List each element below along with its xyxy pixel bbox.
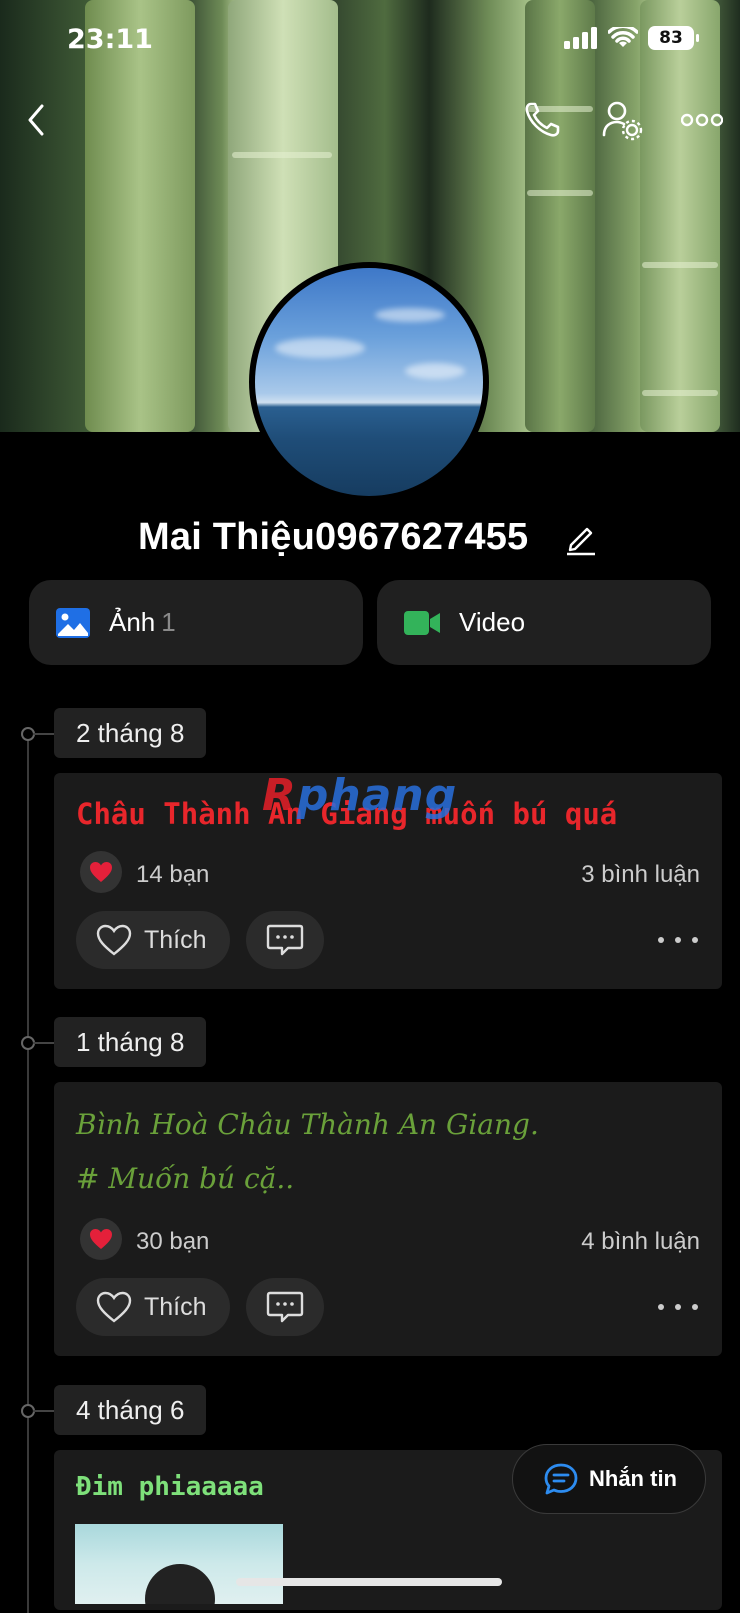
wifi-icon (608, 27, 638, 47)
like-label: Thích (144, 925, 207, 954)
like-label: Thích (144, 1292, 207, 1321)
pencil-icon (567, 527, 595, 556)
like-button[interactable]: Thích (76, 1278, 230, 1336)
photo-subject (145, 1564, 215, 1604)
post-photo-thumbnail[interactable] (75, 1524, 283, 1604)
post-card[interactable]: Bình Hoà Châu Thành An Giang. # Muốn bú … (54, 1082, 722, 1356)
signal-icon (564, 27, 597, 49)
user-settings-icon (602, 101, 643, 141)
dot (692, 1304, 698, 1310)
profile-name: Mai Thiệu0967627455 (138, 516, 529, 558)
status-time: 23:11 (67, 24, 153, 55)
post-text-line2: # Muốn bú cặ.. (76, 1162, 295, 1195)
avatar-image (255, 268, 483, 496)
message-label: Nhắn tin (589, 1466, 677, 1491)
reaction-badge (80, 1218, 122, 1260)
reaction-badge (80, 851, 122, 893)
profile-avatar[interactable] (249, 262, 489, 502)
back-button[interactable] (12, 96, 60, 144)
comments-count[interactable]: 3 bình luận (581, 861, 700, 889)
video-label: Video (459, 607, 526, 637)
comments-count[interactable]: 4 bình luận (581, 1228, 700, 1256)
battery-indicator: 83 (648, 26, 699, 50)
home-indicator (236, 1578, 502, 1586)
heart-icon (90, 862, 112, 882)
comment-icon (266, 924, 304, 956)
heart-icon (96, 924, 132, 956)
dot (675, 1304, 681, 1310)
timeline-tick (33, 1410, 55, 1412)
chat-bubble-icon (544, 1463, 578, 1495)
timeline-tick (33, 1042, 55, 1044)
post-date-chip: 4 tháng 6 (54, 1385, 207, 1435)
post-date-chip: 2 tháng 8 (54, 708, 207, 758)
profile-settings-button[interactable] (598, 96, 646, 144)
comment-button[interactable] (246, 911, 324, 969)
status-icons: 83 (564, 26, 699, 50)
likes-count[interactable]: 30 bạn (136, 1228, 209, 1256)
comment-icon (266, 1291, 304, 1323)
dot (692, 937, 698, 943)
photos-count: 1 (161, 607, 176, 637)
phone-icon (525, 102, 560, 137)
like-button[interactable]: Thích (76, 911, 230, 969)
video-camera-icon (404, 610, 440, 635)
video-button[interactable]: Video (377, 580, 711, 665)
chevron-left-icon (28, 104, 44, 136)
post-text: Đim phiaaaaa (76, 1472, 264, 1502)
watermark-logo: Rphang (262, 770, 458, 821)
image-icon (56, 607, 90, 638)
heart-icon (96, 1291, 132, 1323)
post-date-chip: 1 tháng 8 (54, 1017, 207, 1067)
comment-button[interactable] (246, 1278, 324, 1336)
edit-name-button[interactable] (563, 520, 601, 558)
message-button[interactable]: Nhắn tin (512, 1444, 706, 1514)
timeline-tick (33, 733, 55, 735)
more-horizontal-icon (681, 113, 723, 127)
more-options-button[interactable] (678, 96, 726, 144)
photos-label: Ảnh (109, 607, 156, 637)
post-more-button[interactable] (658, 1297, 698, 1317)
dot (658, 937, 664, 943)
heart-icon (90, 1229, 112, 1249)
dot (658, 1304, 664, 1310)
call-button[interactable] (518, 96, 566, 144)
status-bar: 23:11 83 (0, 0, 740, 80)
photos-button[interactable]: Ảnh 1 (29, 580, 363, 665)
post-more-button[interactable] (658, 930, 698, 950)
post-text-line1: Bình Hoà Châu Thành An Giang. (76, 1108, 539, 1141)
timeline-line (27, 733, 29, 1613)
dot (675, 937, 681, 943)
likes-count[interactable]: 14 bạn (136, 861, 209, 889)
